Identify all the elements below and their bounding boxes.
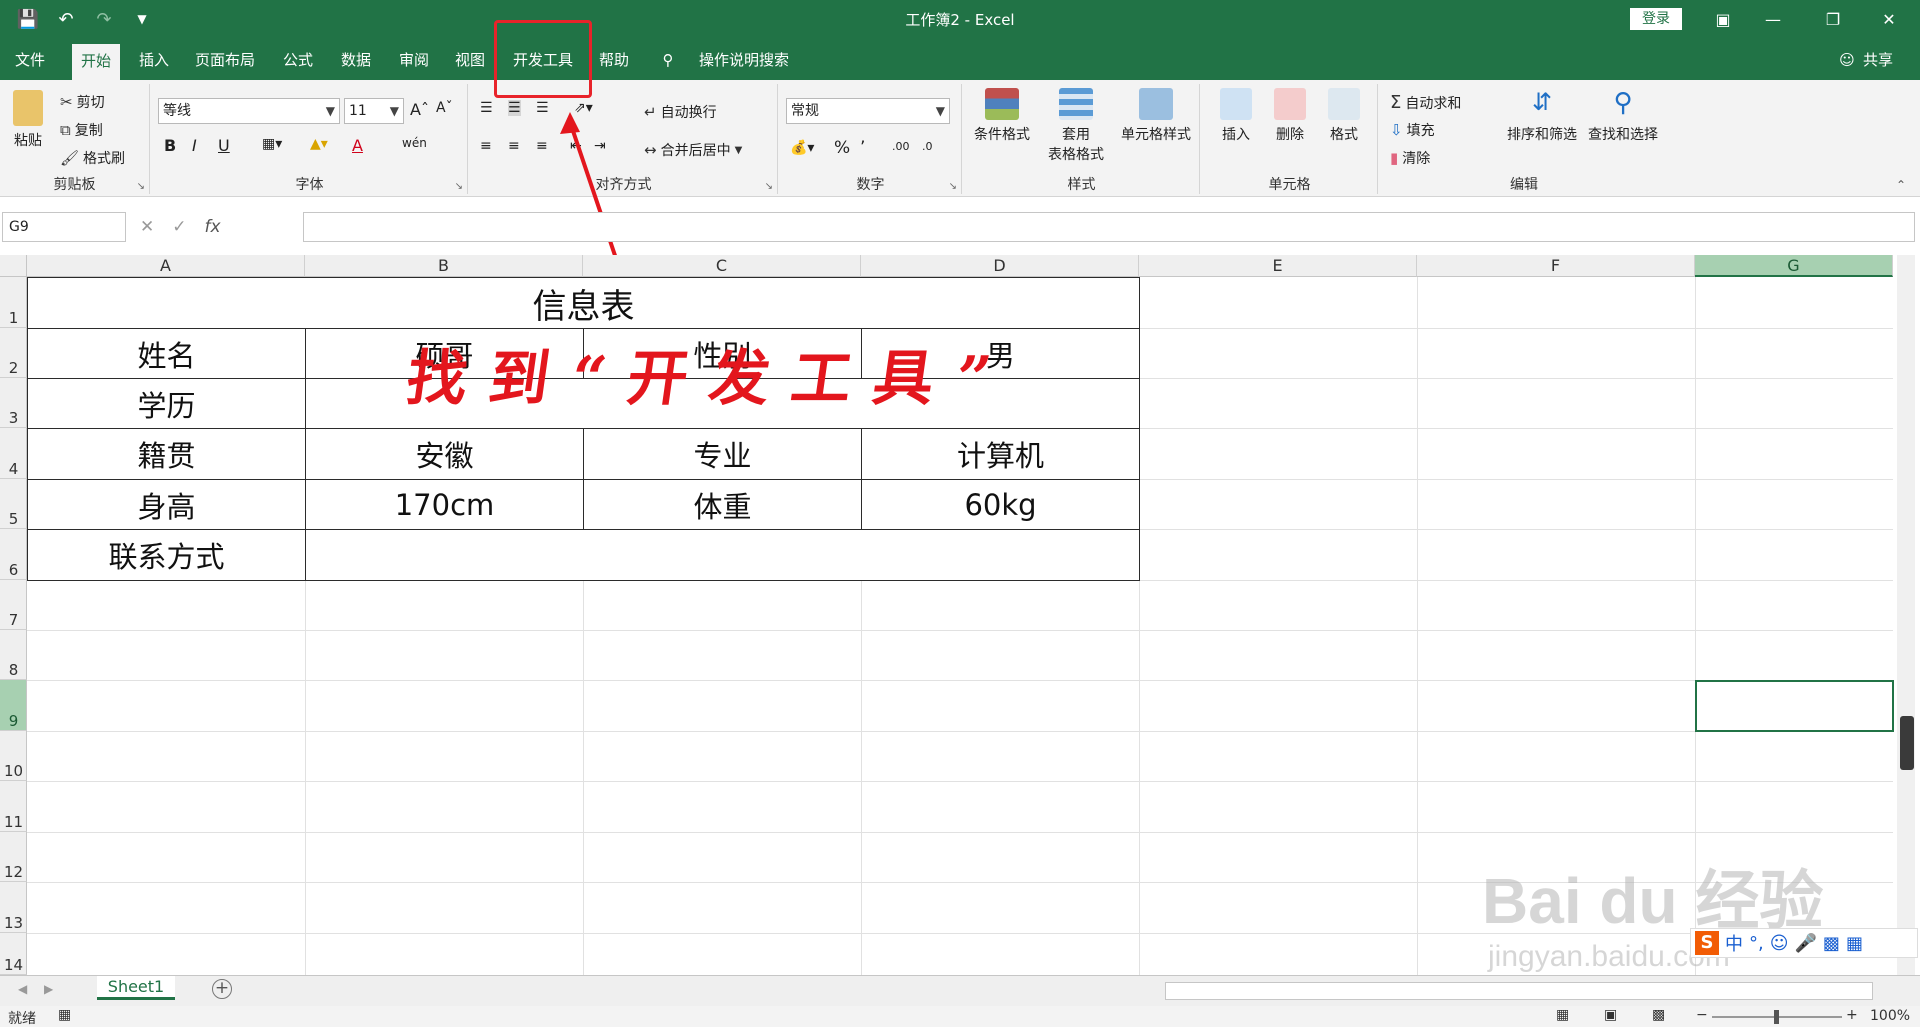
row-number: 6	[8, 561, 19, 579]
row-header-7[interactable]: 7	[0, 580, 27, 630]
cell-a3[interactable]: 学历	[27, 378, 306, 429]
add-sheet-icon[interactable]: +	[212, 979, 232, 999]
zoom-out-icon[interactable]: −	[1696, 1007, 1708, 1023]
zoom-in-icon[interactable]: +	[1846, 1007, 1858, 1023]
formula-bar: G9 ✕ ✓ fx	[0, 212, 1920, 242]
cell-b4[interactable]: 安徽	[305, 428, 584, 480]
row-header-8[interactable]: 8	[0, 630, 27, 680]
vertical-scrollbar[interactable]	[1897, 255, 1915, 975]
ime-toolbar: S 中 °, ☺ 🎤 ▩ ▦	[1690, 928, 1918, 958]
row-header-2[interactable]: 2	[0, 328, 27, 378]
page-layout-view-icon[interactable]: ▣	[1604, 1007, 1617, 1023]
cell-d5[interactable]: 60kg	[861, 479, 1140, 530]
skin-icon[interactable]: ▩	[1823, 933, 1840, 954]
row-header-3[interactable]: 3	[0, 378, 27, 428]
row-number: 9	[8, 712, 19, 730]
vertical-scroll-thumb[interactable]	[1900, 716, 1914, 770]
sheet-tab-sheet1[interactable]: Sheet1	[97, 976, 175, 1000]
row-header-5[interactable]: 5	[0, 479, 27, 529]
name-box[interactable]: G9	[2, 212, 126, 242]
row-number: 14	[3, 956, 24, 974]
sogou-logo-icon: S	[1695, 931, 1719, 955]
column-header-f[interactable]: F	[1417, 255, 1695, 277]
cell-a4[interactable]: 籍贯	[27, 428, 306, 480]
column-header-d[interactable]: D	[861, 255, 1139, 277]
row-header-6[interactable]: 6	[0, 529, 27, 580]
status-ready: 就绪	[8, 1011, 36, 1027]
cell-a2[interactable]: 姓名	[27, 328, 306, 379]
column-header-b[interactable]: B	[305, 255, 583, 277]
gridline	[27, 731, 1893, 732]
punctuation-icon[interactable]: °,	[1749, 933, 1764, 954]
gridline	[1417, 277, 1418, 975]
macro-record-icon[interactable]: ▦	[58, 1007, 71, 1023]
microphone-icon[interactable]: 🎤	[1795, 933, 1817, 954]
row-number: 3	[8, 409, 19, 427]
enter-icon[interactable]: ✓	[172, 217, 186, 237]
row-number: 4	[8, 460, 19, 478]
cell-d4[interactable]: 计算机	[861, 428, 1140, 480]
next-sheet-icon[interactable]: ▶	[44, 982, 53, 996]
insert-function-button[interactable]: fx	[205, 217, 221, 237]
cell-b5[interactable]: 170cm	[305, 479, 584, 530]
cell-a6[interactable]: 联系方式	[27, 529, 306, 581]
status-bar: 就绪 ▦ ▦ ▣ ▩ − + 100%	[0, 1006, 1920, 1027]
row-number: 11	[3, 813, 24, 831]
gridline	[27, 630, 1893, 631]
row-number: 1	[8, 309, 19, 327]
row-number: 13	[3, 914, 24, 932]
row-number: 5	[8, 510, 19, 528]
sheet-tab-bar: ◀ ▶ Sheet1 +	[0, 975, 1920, 1006]
gridline	[27, 781, 1893, 782]
zoom-level[interactable]: 100%	[1870, 1008, 1910, 1024]
row-number: 10	[3, 762, 24, 780]
prev-sheet-icon[interactable]: ◀	[18, 982, 27, 996]
cell-c4[interactable]: 专业	[583, 428, 862, 480]
cell-b6-merged[interactable]	[305, 529, 1140, 581]
arrow-head	[560, 112, 580, 134]
row-header-14[interactable]: 14	[0, 933, 27, 975]
row-header-4[interactable]: 4	[0, 428, 27, 479]
selected-cell-g9[interactable]	[1695, 680, 1894, 732]
zoom-slider-thumb[interactable]	[1774, 1010, 1779, 1024]
cell-a5[interactable]: 身高	[27, 479, 306, 530]
row-number: 8	[8, 661, 19, 679]
formula-input[interactable]	[303, 212, 1915, 242]
row-header-1[interactable]: 1	[0, 277, 27, 328]
gridline	[27, 832, 1893, 833]
excel-window: 💾 ↶ ↷ ▼ 工作簿2 - Excel 登录 ▣ — ❐ ✕ 文件 开始 插入…	[0, 0, 1920, 1027]
toolbox-icon[interactable]: ▦	[1846, 933, 1863, 954]
cancel-icon[interactable]: ✕	[140, 217, 154, 237]
normal-view-icon[interactable]: ▦	[1556, 1007, 1569, 1023]
column-header-g[interactable]: G	[1695, 255, 1893, 277]
table-title-cell[interactable]: 信息表	[27, 277, 1140, 329]
row-number: 12	[3, 863, 24, 881]
row-header-13[interactable]: 13	[0, 882, 27, 933]
annotation-text: 找到“开发工具”	[402, 344, 1018, 414]
row-header-12[interactable]: 12	[0, 832, 27, 882]
row-number: 2	[8, 359, 19, 377]
emoji-icon[interactable]: ☺	[1770, 933, 1789, 954]
row-header-10[interactable]: 10	[0, 731, 27, 781]
row-number: 7	[8, 611, 19, 629]
column-header-a[interactable]: A	[27, 255, 305, 277]
horizontal-scrollbar[interactable]	[1165, 982, 1873, 1000]
cell-c5[interactable]: 体重	[583, 479, 862, 530]
row-header-11[interactable]: 11	[0, 781, 27, 832]
column-header-e[interactable]: E	[1139, 255, 1417, 277]
ime-mode[interactable]: 中	[1725, 930, 1743, 956]
gridline	[27, 680, 1893, 681]
select-all-corner[interactable]	[0, 255, 27, 277]
page-break-view-icon[interactable]: ▩	[1652, 1007, 1665, 1023]
formula-buttons: ✕ ✓ fx	[140, 212, 221, 242]
column-header-c[interactable]: C	[583, 255, 861, 277]
row-header-9[interactable]: 9	[0, 680, 27, 731]
